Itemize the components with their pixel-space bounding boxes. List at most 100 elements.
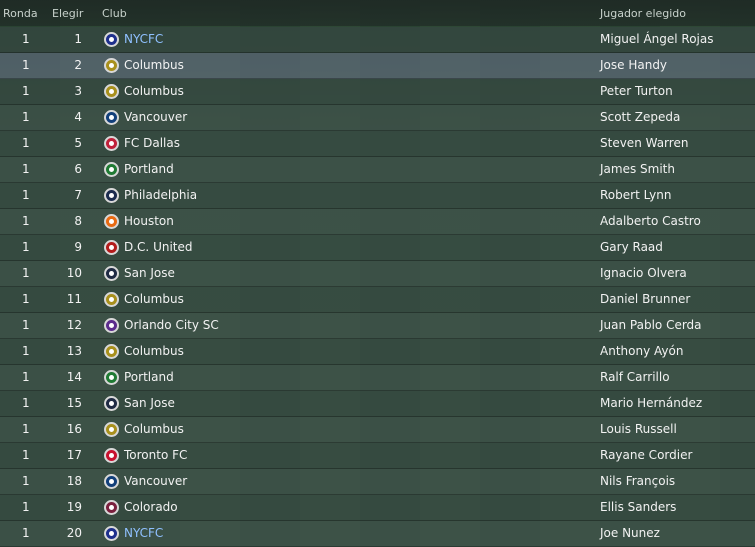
table-row[interactable]: 1 11 Columbus Daniel Brunner — [0, 287, 755, 313]
table-row[interactable]: 1 18 Vancouver Nils François — [0, 469, 755, 495]
pick-cell: 20 — [66, 526, 82, 540]
pick-cell: 12 — [66, 318, 82, 332]
club-link[interactable]: San Jose — [124, 266, 175, 280]
club-link[interactable]: Columbus — [124, 58, 184, 72]
club-link[interactable]: Columbus — [124, 292, 184, 306]
club-link[interactable]: NYCFC — [124, 32, 163, 46]
player-link[interactable]: Mario Hernández — [600, 396, 702, 410]
table-row[interactable]: 1 10 San Jose Ignacio Olvera — [0, 261, 755, 287]
club-crest-icon — [104, 110, 119, 125]
club-crest-icon — [104, 58, 119, 73]
club-link[interactable]: FC Dallas — [124, 136, 180, 150]
header-player[interactable]: Jugador elegido — [600, 7, 686, 20]
club-crest-icon — [104, 292, 119, 307]
club-link[interactable]: D.C. United — [124, 240, 193, 254]
player-link[interactable]: Miguel Ángel Rojas — [600, 32, 713, 46]
club-link[interactable]: Toronto FC — [124, 448, 187, 462]
round-cell: 1 — [22, 32, 30, 46]
club-link[interactable]: Colorado — [124, 500, 178, 514]
header-pick[interactable]: Elegir — [52, 7, 83, 20]
pick-cell: 18 — [66, 474, 82, 488]
club-link[interactable]: Columbus — [124, 84, 184, 98]
table-row[interactable]: 1 5 FC Dallas Steven Warren — [0, 131, 755, 157]
table-row[interactable]: 1 4 Vancouver Scott Zepeda — [0, 105, 755, 131]
table-row[interactable]: 1 3 Columbus Peter Turton — [0, 79, 755, 105]
club-link[interactable]: Vancouver — [124, 110, 187, 124]
table-row[interactable]: 1 19 Colorado Ellis Sanders — [0, 495, 755, 521]
player-link[interactable]: Daniel Brunner — [600, 292, 690, 306]
round-cell: 1 — [22, 136, 30, 150]
player-link[interactable]: Anthony Ayón — [600, 344, 683, 358]
club-crest-icon — [104, 266, 119, 281]
table-row[interactable]: 1 17 Toronto FC Rayane Cordier — [0, 443, 755, 469]
player-link[interactable]: James Smith — [600, 162, 675, 176]
pick-cell: 11 — [66, 292, 82, 306]
pick-cell: 5 — [74, 136, 82, 150]
club-crest-icon — [104, 84, 119, 99]
club-link[interactable]: Philadelphia — [124, 188, 197, 202]
club-link[interactable]: Columbus — [124, 422, 184, 436]
player-link[interactable]: Joe Nunez — [600, 526, 660, 540]
club-crest-icon — [104, 214, 119, 229]
table-row[interactable]: 1 7 Philadelphia Robert Lynn — [0, 183, 755, 209]
header-club[interactable]: Club — [102, 7, 127, 20]
round-cell: 1 — [22, 214, 30, 228]
round-cell: 1 — [22, 188, 30, 202]
player-link[interactable]: Ellis Sanders — [600, 500, 676, 514]
pick-cell: 14 — [66, 370, 82, 384]
round-cell: 1 — [22, 526, 30, 540]
player-link[interactable]: Jose Handy — [600, 58, 667, 72]
round-cell: 1 — [22, 396, 30, 410]
player-link[interactable]: Peter Turton — [600, 84, 673, 98]
club-crest-icon — [104, 188, 119, 203]
table-row[interactable]: 1 2 Columbus Jose Handy — [0, 53, 755, 79]
round-cell: 1 — [22, 266, 30, 280]
header-round[interactable]: Ronda — [3, 7, 38, 20]
club-link[interactable]: NYCFC — [124, 526, 163, 540]
club-crest-icon — [104, 344, 119, 359]
pick-cell: 1 — [74, 32, 82, 46]
player-link[interactable]: Rayane Cordier — [600, 448, 692, 462]
player-link[interactable]: Robert Lynn — [600, 188, 672, 202]
table-row[interactable]: 1 6 Portland James Smith — [0, 157, 755, 183]
pick-cell: 8 — [74, 214, 82, 228]
player-link[interactable]: Ignacio Olvera — [600, 266, 687, 280]
table-row[interactable]: 1 12 Orlando City SC Juan Pablo Cerda — [0, 313, 755, 339]
club-link[interactable]: Orlando City SC — [124, 318, 219, 332]
club-crest-icon — [104, 396, 119, 411]
table-row[interactable]: 1 1 NYCFC Miguel Ángel Rojas — [0, 27, 755, 53]
club-crest-icon — [104, 500, 119, 515]
player-link[interactable]: Gary Raad — [600, 240, 663, 254]
player-link[interactable]: Adalberto Castro — [600, 214, 701, 228]
club-link[interactable]: Portland — [124, 370, 174, 384]
player-link[interactable]: Ralf Carrillo — [600, 370, 670, 384]
table-row[interactable]: 1 9 D.C. United Gary Raad — [0, 235, 755, 261]
player-link[interactable]: Scott Zepeda — [600, 110, 680, 124]
round-cell: 1 — [22, 292, 30, 306]
player-link[interactable]: Steven Warren — [600, 136, 688, 150]
table-header: Ronda Elegir Club Jugador elegido — [0, 0, 755, 26]
club-link[interactable]: Vancouver — [124, 474, 187, 488]
player-link[interactable]: Louis Russell — [600, 422, 677, 436]
table-row[interactable]: 1 8 Houston Adalberto Castro — [0, 209, 755, 235]
club-crest-icon — [104, 136, 119, 151]
pick-cell: 10 — [66, 266, 82, 280]
table-row[interactable]: 1 16 Columbus Louis Russell — [0, 417, 755, 443]
player-link[interactable]: Juan Pablo Cerda — [600, 318, 702, 332]
table-row[interactable]: 1 13 Columbus Anthony Ayón — [0, 339, 755, 365]
round-cell: 1 — [22, 58, 30, 72]
player-link[interactable]: Nils François — [600, 474, 675, 488]
pick-cell: 19 — [66, 500, 82, 514]
round-cell: 1 — [22, 240, 30, 254]
club-link[interactable]: Houston — [124, 214, 174, 228]
table-row[interactable]: 1 20 NYCFC Joe Nunez — [0, 521, 755, 547]
club-link[interactable]: Portland — [124, 162, 174, 176]
table-row[interactable]: 1 15 San Jose Mario Hernández — [0, 391, 755, 417]
pick-cell: 7 — [74, 188, 82, 202]
table-row[interactable]: 1 14 Portland Ralf Carrillo — [0, 365, 755, 391]
pick-cell: 2 — [74, 58, 82, 72]
round-cell: 1 — [22, 84, 30, 98]
club-link[interactable]: Columbus — [124, 344, 184, 358]
club-link[interactable]: San Jose — [124, 396, 175, 410]
pick-cell: 6 — [74, 162, 82, 176]
